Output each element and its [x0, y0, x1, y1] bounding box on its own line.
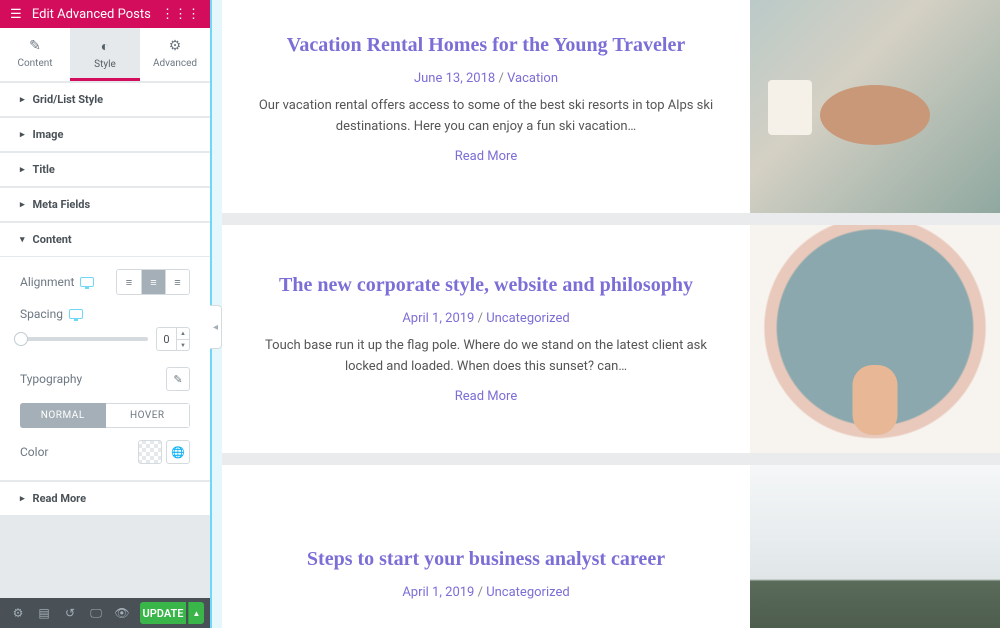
panel-header: ☰ Edit Advanced Posts ⋮⋮⋮: [0, 0, 210, 28]
tab-content[interactable]: ✎ Content: [0, 28, 70, 81]
settings-icon[interactable]: ⚙: [6, 601, 30, 625]
preview-icon[interactable]: 👁: [110, 601, 134, 625]
caret-down-icon: ▾: [20, 235, 25, 245]
preview-area: Vacation Rental Homes for the Young Trav…: [210, 0, 1000, 628]
post-category[interactable]: Vacation: [507, 71, 558, 86]
alignment-label: Alignment: [20, 275, 74, 289]
post-excerpt: Touch base run it up the flag pole. Wher…: [254, 336, 718, 378]
sections-list: ▸Grid/List Style ▸Image ▸Title ▸Meta Fie…: [0, 82, 210, 598]
spacing-slider[interactable]: [20, 337, 148, 341]
post-image[interactable]: [750, 465, 1000, 628]
alignment-control: ≡ ≡ ≡: [116, 269, 190, 295]
post-image[interactable]: [750, 0, 1000, 213]
style-icon: ◐: [70, 38, 140, 55]
align-center-button[interactable]: ≡: [141, 270, 165, 294]
panel-tabs: ✎ Content ◐ Style ⚙ Advanced: [0, 28, 210, 82]
post-image[interactable]: [750, 225, 1000, 453]
stepper-up[interactable]: ▲: [177, 328, 189, 340]
section-content: ▾Content Alignment ≡ ≡ ≡ Spacing 0: [0, 222, 210, 481]
panel-collapse-handle[interactable]: ◂: [210, 305, 222, 349]
post-date[interactable]: April 1, 2019: [402, 585, 474, 600]
typography-edit-button[interactable]: ✎: [166, 367, 190, 391]
state-tabs: NORMAL HOVER: [20, 403, 190, 428]
state-hover[interactable]: HOVER: [106, 403, 191, 428]
caret-right-icon: ▸: [20, 95, 25, 105]
panel-title: Edit Advanced Posts: [32, 7, 151, 22]
section-title[interactable]: ▸Title: [0, 152, 210, 186]
posts-list: Vacation Rental Homes for the Young Trav…: [222, 0, 1000, 628]
align-left-button[interactable]: ≡: [117, 270, 141, 294]
post-title[interactable]: The new corporate style, website and phi…: [254, 274, 718, 297]
post-meta: June 13, 2018 / Vacation: [254, 71, 718, 86]
spacing-input[interactable]: 0 ▲▼: [156, 327, 190, 351]
typography-label: Typography: [20, 372, 82, 386]
stepper-down[interactable]: ▼: [177, 340, 189, 351]
responsive-icon[interactable]: [80, 277, 94, 287]
post-title[interactable]: Steps to start your business analyst car…: [254, 548, 718, 571]
color-swatch[interactable]: [138, 440, 162, 464]
global-color-button[interactable]: 🌐: [166, 440, 190, 464]
post-card: Vacation Rental Homes for the Young Trav…: [222, 0, 1000, 213]
caret-right-icon: ▸: [20, 130, 25, 140]
post-card: Steps to start your business analyst car…: [222, 465, 1000, 628]
color-label: Color: [20, 445, 48, 459]
editor-panel: ☰ Edit Advanced Posts ⋮⋮⋮ ✎ Content ◐ St…: [0, 0, 210, 628]
post-meta: April 1, 2019 / Uncategorized: [254, 311, 718, 326]
pencil-icon: ✎: [0, 38, 70, 54]
navigator-icon[interactable]: ▤: [32, 601, 56, 625]
slider-thumb[interactable]: [14, 332, 28, 346]
responsive-icon[interactable]: [69, 309, 83, 319]
state-normal[interactable]: NORMAL: [20, 403, 106, 428]
history-icon[interactable]: ↺: [58, 601, 82, 625]
panel-footer: ⚙ ▤ ↺ 🖵 👁 UPDATE ▲: [0, 598, 210, 628]
caret-right-icon: ▸: [20, 494, 25, 504]
gear-icon: ⚙: [140, 38, 210, 54]
spacing-label: Spacing: [20, 307, 63, 321]
post-category[interactable]: Uncategorized: [486, 585, 569, 600]
section-meta[interactable]: ▸Meta Fields: [0, 187, 210, 221]
post-meta: April 1, 2019 / Uncategorized: [254, 585, 718, 600]
tab-advanced[interactable]: ⚙ Advanced: [140, 28, 210, 81]
section-read-more[interactable]: ▸Read More: [0, 481, 210, 515]
update-options-button[interactable]: ▲: [188, 602, 204, 624]
post-category[interactable]: Uncategorized: [486, 311, 569, 326]
post-title[interactable]: Vacation Rental Homes for the Young Trav…: [254, 34, 718, 57]
responsive-mode-icon[interactable]: 🖵: [84, 601, 108, 625]
apps-icon[interactable]: ⋮⋮⋮: [161, 7, 200, 22]
read-more-link[interactable]: Read More: [254, 149, 718, 164]
section-content-header[interactable]: ▾Content: [0, 222, 210, 257]
caret-right-icon: ▸: [20, 200, 25, 210]
section-image[interactable]: ▸Image: [0, 117, 210, 151]
section-grid-list[interactable]: ▸Grid/List Style: [0, 82, 210, 116]
post-date[interactable]: June 13, 2018: [414, 71, 495, 86]
post-excerpt: Our vacation rental offers access to som…: [254, 96, 718, 138]
align-right-button[interactable]: ≡: [165, 270, 189, 294]
update-button[interactable]: UPDATE: [140, 602, 186, 624]
read-more-link[interactable]: Read More: [254, 389, 718, 404]
tab-style[interactable]: ◐ Style: [70, 28, 140, 81]
menu-icon[interactable]: ☰: [10, 7, 22, 22]
caret-right-icon: ▸: [20, 165, 25, 175]
post-card: The new corporate style, website and phi…: [222, 225, 1000, 453]
post-date[interactable]: April 1, 2019: [402, 311, 474, 326]
